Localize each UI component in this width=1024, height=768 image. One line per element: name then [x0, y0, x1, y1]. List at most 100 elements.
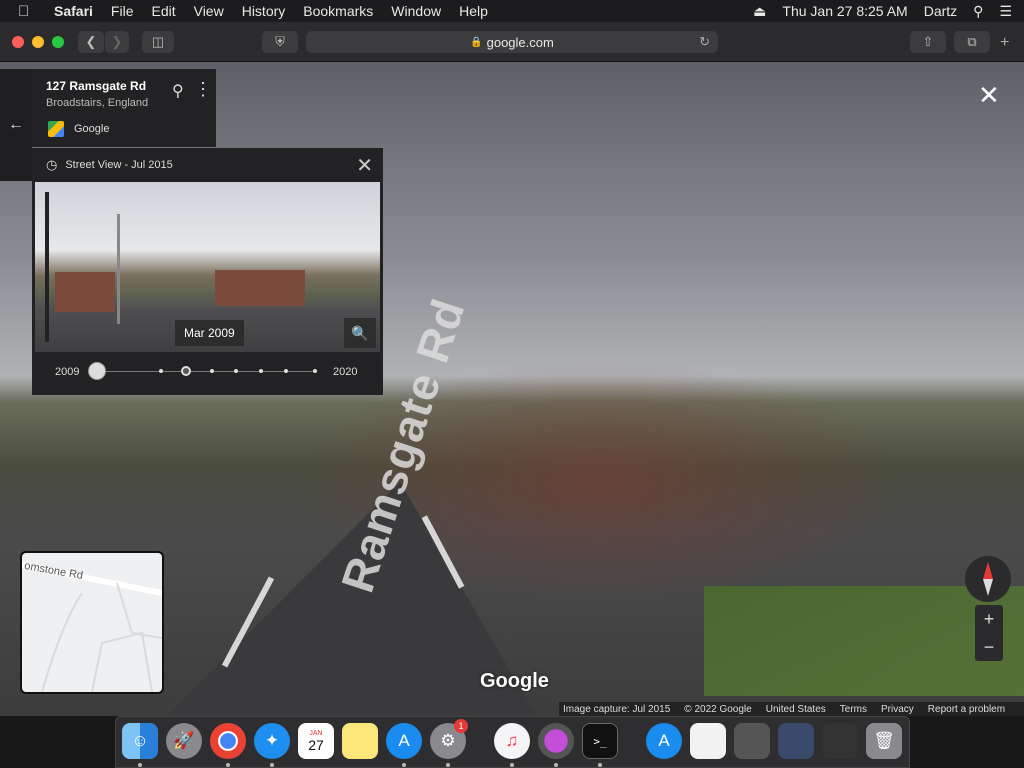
menubar-status: ⏏ Thu Jan 27 8:25 AM Dartz ⚲ ☰ [753, 0, 1012, 22]
zoom-window-button[interactable] [52, 36, 64, 48]
running-indicator [598, 763, 602, 767]
share-icon: ⇧ [922, 34, 934, 49]
menu-bookmarks[interactable]: Bookmarks [303, 3, 373, 19]
running-indicator [402, 763, 406, 767]
time-slider-handle[interactable] [88, 362, 106, 380]
preview-streetlight [117, 214, 120, 324]
back-arrow-button[interactable]: ← [0, 69, 32, 181]
tab-overview-button[interactable]: ⧉ [954, 31, 990, 53]
zoom-in-button[interactable]: + [975, 605, 1003, 633]
app-store-icon[interactable]: A [386, 723, 422, 759]
menu-file[interactable]: File [111, 3, 134, 19]
compass-button[interactable] [965, 556, 1011, 602]
preview-house [55, 272, 115, 312]
preview-pole [45, 192, 49, 342]
time-slider-tick[interactable] [234, 369, 238, 373]
history-clock-icon: ◷ [46, 157, 58, 172]
time-slider-tick[interactable] [210, 369, 214, 373]
time-slider-tick[interactable] [259, 369, 263, 373]
launchpad-icon[interactable]: 🚀 [166, 723, 202, 759]
notification-badge: 1 [454, 719, 468, 733]
documents-icon[interactable] [690, 723, 726, 759]
image-capture-date: Image capture: Jul 2015 [563, 703, 671, 715]
copyright-text: © 2022 Google [684, 703, 752, 715]
control-center-icon[interactable]: ☰ [999, 3, 1012, 20]
menubar-clock[interactable]: Thu Jan 27 8:25 AM [782, 3, 907, 19]
installer-icon[interactable] [538, 723, 574, 759]
share-button[interactable]: ⇧ [910, 31, 946, 53]
running-indicator [226, 763, 230, 767]
time-machine-header[interactable]: ◷ Street View - Jul 2015 [46, 157, 173, 173]
menubar-user[interactable]: Dartz [924, 3, 957, 19]
preview-thumbnail-icon[interactable] [822, 723, 858, 759]
close-time-machine-button[interactable]: ✕ [356, 153, 373, 178]
menu-app-safari[interactable]: Safari [54, 3, 93, 19]
terminal-icon[interactable]: >_ [582, 723, 618, 759]
finder-icon[interactable]: ☺ [122, 723, 158, 759]
time-slider-tick[interactable] [159, 369, 163, 373]
running-indicator [554, 763, 558, 767]
menu-view[interactable]: View [194, 3, 224, 19]
zoom-controls: + − [975, 605, 1003, 661]
menu-help[interactable]: Help [459, 3, 488, 19]
preview-house [215, 270, 305, 306]
calendar-icon[interactable]: JAN 27 [298, 723, 334, 759]
new-tab-icon[interactable]: + [1000, 34, 1009, 52]
running-indicator [510, 763, 514, 767]
google-maps-icon[interactable] [48, 121, 64, 137]
running-indicator [446, 763, 450, 767]
map-pin-icon[interactable]: ⚲ [172, 81, 184, 101]
spotlight-search-icon[interactable]: ⚲ [973, 3, 983, 20]
screenshot-thumbnail-icon[interactable] [734, 723, 770, 759]
time-machine-panel: ◷ Street View - Jul 2015 ✕ Mar 2009 🔍 20… [32, 148, 383, 395]
google-watermark: Google [480, 670, 549, 692]
menu-history[interactable]: History [242, 3, 286, 19]
back-button[interactable]: ❮ [78, 31, 104, 53]
close-window-button[interactable] [12, 36, 24, 48]
exit-street-view-icon[interactable]: ✕ [978, 80, 1000, 111]
forward-button[interactable]: ❯ [105, 31, 129, 53]
chevron-left-icon: ❮ [85, 34, 97, 49]
safari-icon[interactable]: ✦ [254, 723, 290, 759]
minimap[interactable]: omstone Rd [20, 551, 164, 694]
privacy-link[interactable]: Privacy [881, 704, 914, 715]
more-options-icon[interactable]: ⋮ [194, 79, 212, 100]
map-footer: Image capture: Jul 2015 © 2022 Google Un… [559, 702, 1024, 716]
privacy-report-button[interactable]: ⛨ [262, 31, 298, 53]
music-icon[interactable]: ♫ [494, 723, 530, 759]
zoom-out-button[interactable]: − [975, 633, 1003, 661]
dock: ☺ 🚀 ✦ JAN 27 A ⚙ 1 ♫ >_ A 🗑 [115, 716, 910, 768]
terms-link[interactable]: Terms [840, 704, 867, 715]
running-indicator [138, 763, 142, 767]
address-bar[interactable]: 🔒 google.com ↻ [306, 31, 718, 53]
menu-bar:  Safari File Edit View History Bookmark… [0, 0, 1024, 22]
apple-menu-icon[interactable]:  [18, 3, 36, 20]
chrome-icon[interactable] [210, 723, 246, 759]
slider-start-year: 2009 [55, 366, 80, 378]
compass-south-icon [983, 579, 993, 596]
historical-preview-image[interactable]: Mar 2009 🔍 [35, 182, 380, 352]
time-machine-title: Street View - Jul 2015 [65, 159, 173, 171]
time-slider-track[interactable] [96, 371, 316, 372]
menu-window[interactable]: Window [391, 3, 441, 19]
time-slider-tick-selected[interactable] [181, 366, 191, 376]
running-indicator [270, 763, 274, 767]
eject-icon[interactable]: ⏏ [753, 3, 766, 20]
zoom-preview-icon[interactable]: 🔍 [344, 318, 376, 348]
report-problem-link[interactable]: Report a problem [928, 704, 1005, 715]
reload-icon[interactable]: ↻ [699, 34, 710, 50]
time-slider-tick[interactable] [313, 369, 317, 373]
shield-icon: ⛨ [275, 34, 285, 49]
menu-edit[interactable]: Edit [151, 3, 175, 19]
place-subtitle: Broadstairs, England [46, 97, 149, 109]
region-link[interactable]: United States [766, 704, 826, 715]
notes-icon[interactable] [342, 723, 378, 759]
minimize-window-button[interactable] [32, 36, 44, 48]
trash-icon[interactable]: 🗑 [866, 723, 902, 759]
applications-folder-icon[interactable]: A [646, 723, 682, 759]
provider-link[interactable]: Google [74, 123, 109, 135]
screenshot-thumbnail-icon[interactable] [778, 723, 814, 759]
compass-north-icon [983, 562, 993, 579]
sidebar-button[interactable]: ◫ [142, 31, 174, 53]
time-slider-tick[interactable] [284, 369, 288, 373]
